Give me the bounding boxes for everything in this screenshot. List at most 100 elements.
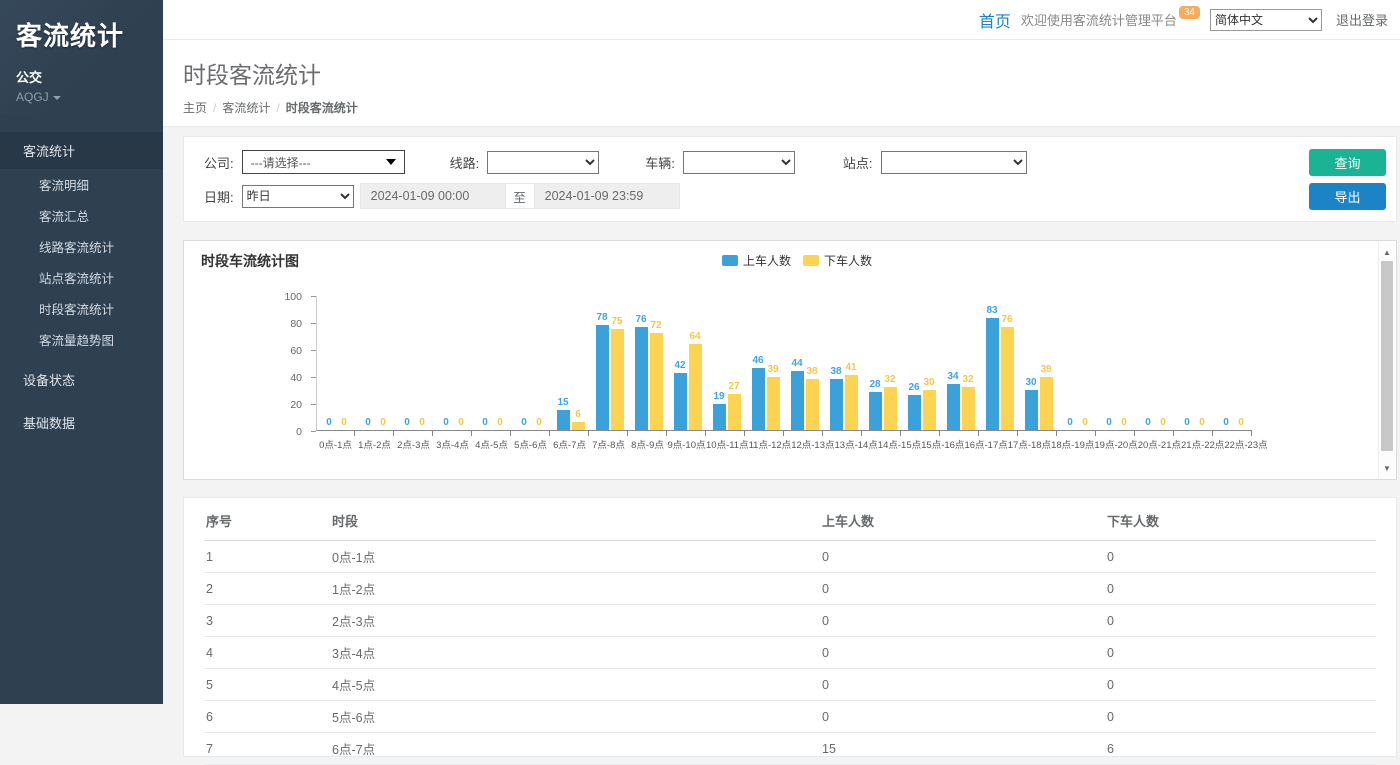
table-cell: 4点-5点	[330, 669, 820, 701]
bar-value-label: 0	[1184, 417, 1190, 428]
sidebar-menu: 客流统计客流明细客流汇总线路客流统计站点客流统计时段客流统计客流量趋势图设备状态…	[0, 132, 163, 447]
table-row: 32点-3点00	[204, 605, 1376, 637]
bar-value-label: 0	[521, 417, 527, 428]
bar-value-label: 39	[767, 364, 778, 375]
bar-alighting	[806, 379, 819, 430]
x-axis-label: 14点-15点	[878, 437, 921, 451]
table-cell: 7	[204, 733, 330, 765]
bar-alighting	[611, 329, 624, 430]
bar-alighting	[1040, 377, 1053, 430]
bar-value-label: 0	[1238, 417, 1244, 428]
station-select[interactable]	[881, 151, 1027, 174]
bar-value-label: 27	[728, 381, 739, 392]
bar-boarding	[791, 371, 804, 430]
company-select[interactable]: ---请选择---	[242, 150, 405, 174]
x-axis-label: 7点-8点	[589, 437, 628, 451]
bar-boarding	[752, 368, 765, 430]
sidebar-subitem[interactable]: 时段客流统计	[0, 293, 163, 324]
table-cell: 0	[820, 701, 1105, 733]
bar-value-label: 0	[1067, 417, 1073, 428]
chart-category-group: 2630	[902, 296, 941, 430]
legend-swatch-icon	[803, 255, 819, 266]
sidebar-subitem[interactable]: 线路客流统计	[0, 231, 163, 262]
x-axis-label: 21点-22点	[1181, 437, 1224, 451]
org-code-dropdown[interactable]: AQGJ	[16, 90, 149, 104]
table-cell: 6	[204, 701, 330, 733]
scrollbar-up-arrow-icon[interactable]: ▲	[1379, 244, 1395, 260]
app-logo: 客流统计	[16, 16, 149, 53]
date-preset-select[interactable]: 昨日	[242, 185, 354, 208]
x-axis-label: 2点-3点	[394, 437, 433, 451]
chart-category-group: 00	[1058, 296, 1097, 430]
logout-link[interactable]: 退出登录	[1336, 10, 1388, 29]
sidebar-section[interactable]: 基础数据	[0, 404, 163, 441]
bar-value-label: 6	[575, 409, 581, 420]
breadcrumb-item[interactable]: 主页	[183, 101, 207, 115]
bar-value-label: 0	[1199, 417, 1205, 428]
bar-boarding	[557, 410, 570, 430]
table-row: 76点-7点156	[204, 733, 1376, 765]
sidebar-subitem[interactable]: 客流明细	[0, 169, 163, 200]
x-axis-label: 1点-2点	[355, 437, 394, 451]
bar-value-label: 0	[482, 417, 488, 428]
date-to-input[interactable]	[534, 183, 680, 209]
scrollbar-down-arrow-icon[interactable]: ▼	[1379, 460, 1395, 476]
x-axis-label: 4点-5点	[472, 437, 511, 451]
bar-value-label: 32	[962, 374, 973, 385]
bar-value-label: 72	[650, 320, 661, 331]
table-row: 54点-5点00	[204, 669, 1376, 701]
sidebar-subitem[interactable]: 站点客流统计	[0, 262, 163, 293]
y-axis-label: 0	[184, 426, 302, 438]
y-axis-label: 40	[184, 372, 302, 384]
x-axis-label: 9点-10点	[667, 437, 706, 451]
notification-badge[interactable]: 34	[1179, 6, 1200, 19]
bar-value-label: 76	[635, 314, 646, 325]
sidebar-section[interactable]: 设备状态	[0, 361, 163, 398]
table-cell: 0	[820, 541, 1105, 573]
bar-boarding	[986, 318, 999, 430]
chart-category-group: 00	[395, 296, 434, 430]
bar-value-label: 64	[689, 331, 700, 342]
language-select[interactable]: 简体中文	[1210, 9, 1322, 31]
legend-item[interactable]: 上车人数	[722, 252, 791, 269]
station-label: 站点:	[843, 153, 873, 172]
home-link[interactable]: 首页	[979, 8, 1011, 32]
legend-item[interactable]: 下车人数	[803, 252, 872, 269]
export-button[interactable]: 导出	[1309, 183, 1386, 210]
table-cell: 3	[204, 605, 330, 637]
x-axis-label: 8点-9点	[628, 437, 667, 451]
table-cell: 5点-6点	[330, 701, 820, 733]
chart-category-group: 00	[473, 296, 512, 430]
sidebar-subitem[interactable]: 客流汇总	[0, 200, 163, 231]
line-label: 线路:	[450, 153, 480, 172]
sidebar-subitem[interactable]: 客流量趋势图	[0, 324, 163, 355]
y-axis-label: 20	[184, 399, 302, 411]
sidebar-section[interactable]: 客流统计	[0, 132, 163, 169]
x-axis-label: 20点-21点	[1138, 437, 1181, 451]
page-title: 时段客流统计	[183, 56, 1380, 90]
table-cell: 0	[1105, 669, 1376, 701]
date-from-input[interactable]	[360, 183, 506, 209]
bar-value-label: 0	[404, 417, 410, 428]
company-label: 公司:	[204, 153, 234, 172]
x-axis-label: 13点-14点	[835, 437, 878, 451]
chart-scrollbar[interactable]: ▲ ▼	[1378, 242, 1395, 478]
line-select[interactable]	[487, 151, 599, 174]
chart-category-group: 4264	[668, 296, 707, 430]
chart-category-group: 3432	[941, 296, 980, 430]
table-cell: 0	[1105, 637, 1376, 669]
bar-value-label: 26	[908, 382, 919, 393]
chart-category-group: 00	[317, 296, 356, 430]
content: 公司: ---请选择--- 线路: 车辆: 站点: 日期: 昨日 至 查询 导出…	[163, 127, 1400, 704]
breadcrumb-item[interactable]: 客流统计	[222, 101, 270, 115]
scrollbar-thumb[interactable]	[1381, 261, 1393, 451]
search-button[interactable]: 查询	[1309, 149, 1386, 176]
bar-boarding	[908, 395, 921, 430]
vehicle-select[interactable]	[683, 151, 795, 174]
x-axis-label: 18点-19点	[1051, 437, 1094, 451]
org-name: 公交	[16, 67, 149, 86]
date-range-separator: 至	[506, 183, 534, 209]
date-label: 日期:	[204, 187, 234, 206]
table-cell: 4	[204, 637, 330, 669]
bar-alighting	[923, 390, 936, 431]
